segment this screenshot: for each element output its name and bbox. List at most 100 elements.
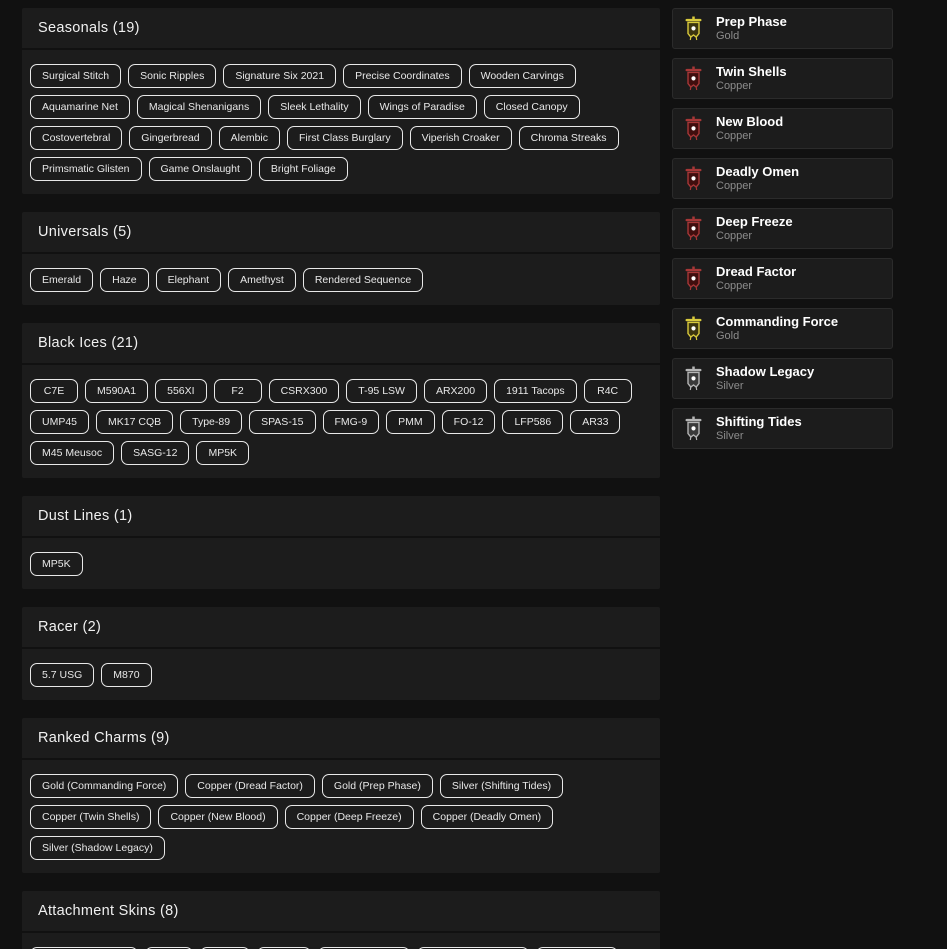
skin-pill[interactable]: 556XI: [155, 379, 206, 403]
skin-pill[interactable]: MK17 CQB: [96, 410, 173, 434]
charm-name: Deep Freeze: [716, 215, 793, 229]
charm-banner-icon: [685, 266, 702, 292]
charm-banner-icon: [685, 166, 702, 192]
skin-pill[interactable]: Surgical Stitch: [30, 64, 121, 88]
skin-pill[interactable]: M870: [101, 663, 151, 687]
skin-pill[interactable]: Amethyst: [228, 268, 296, 292]
skin-pill[interactable]: Magical Shenanigans: [137, 95, 261, 119]
skin-pill[interactable]: Costovertebral: [30, 126, 122, 150]
skin-pill[interactable]: MP5K: [196, 441, 249, 465]
section-title: Ranked Charms (9): [22, 718, 660, 760]
skin-pill[interactable]: ARX200: [424, 379, 487, 403]
charm-card[interactable]: New BloodCopper: [672, 108, 893, 149]
skin-pill[interactable]: M45 Meusoc: [30, 441, 114, 465]
section-card: Ranked Charms (9) Gold (Commanding Force…: [22, 718, 660, 873]
skin-pill[interactable]: Rendered Sequence: [303, 268, 423, 292]
section-body: MP5K: [22, 538, 660, 589]
section-card: Dust Lines (1) MP5K: [22, 496, 660, 589]
charm-card[interactable]: Shifting TidesSilver: [672, 408, 893, 449]
skin-pill[interactable]: Primsmatic Glisten: [30, 157, 142, 181]
charm-text: Deep FreezeCopper: [716, 215, 793, 243]
charm-card[interactable]: Prep PhaseGold: [672, 8, 893, 49]
skin-pill[interactable]: First Class Burglary: [287, 126, 403, 150]
section-title: Universals (5): [22, 212, 660, 254]
skin-pill[interactable]: Gold (Commanding Force): [30, 774, 178, 798]
skin-pill[interactable]: Aquamarine Net: [30, 95, 130, 119]
skin-pill[interactable]: Haze: [100, 268, 149, 292]
skin-pill[interactable]: Wings of Paradise: [368, 95, 477, 119]
section-card: Attachment Skins (8) Recharging AdderGra…: [22, 891, 660, 949]
skin-pill[interactable]: LFP586: [502, 410, 563, 434]
skin-pill[interactable]: F2: [214, 379, 262, 403]
skin-pill[interactable]: Precise Coordinates: [343, 64, 462, 88]
charm-card[interactable]: Deadly OmenCopper: [672, 158, 893, 199]
skin-pill[interactable]: Emerald: [30, 268, 93, 292]
skin-pill[interactable]: Sleek Lethality: [268, 95, 360, 119]
charm-card[interactable]: Twin ShellsCopper: [672, 58, 893, 99]
charm-tier-label: Copper: [716, 80, 787, 93]
skin-pill[interactable]: Sonic Ripples: [128, 64, 216, 88]
charm-text: Twin ShellsCopper: [716, 65, 787, 93]
skin-pill[interactable]: M590A1: [85, 379, 148, 403]
charm-name: Shadow Legacy: [716, 365, 814, 379]
skin-pill[interactable]: FO-12: [442, 410, 496, 434]
skin-pill[interactable]: PMM: [386, 410, 435, 434]
skin-pill[interactable]: AR33: [570, 410, 620, 434]
skin-pill[interactable]: Silver (Shadow Legacy): [30, 836, 165, 860]
skin-pill[interactable]: Copper (Twin Shells): [30, 805, 151, 829]
charm-banner-icon: [685, 66, 702, 92]
skin-pill[interactable]: C7E: [30, 379, 78, 403]
skin-pill[interactable]: MP5K: [30, 552, 83, 576]
charm-tier-label: Gold: [716, 330, 838, 343]
skin-pill[interactable]: Game Onslaught: [149, 157, 252, 181]
skin-pill[interactable]: Silver (Shifting Tides): [440, 774, 563, 798]
skin-pill[interactable]: T-95 LSW: [346, 379, 417, 403]
section-card: Black Ices (21) C7EM590A1556XIF2CSRX300T…: [22, 323, 660, 478]
section-title: Seasonals (19): [22, 8, 660, 50]
skin-pill[interactable]: Chroma Streaks: [519, 126, 619, 150]
charm-text: Dread FactorCopper: [716, 265, 796, 293]
charm-banner-icon: [685, 316, 702, 342]
skin-pill[interactable]: Alembic: [219, 126, 280, 150]
page: Seasonals (19) Surgical Stitch Sonic Ripp…: [0, 0, 947, 949]
charm-text: Commanding ForceGold: [716, 315, 838, 343]
skin-pill[interactable]: 1911 Tacops: [494, 379, 577, 403]
skin-pill[interactable]: Closed Canopy: [484, 95, 580, 119]
charms-column: Prep PhaseGold Twin ShellsCopper New Blood…: [672, 8, 893, 449]
skin-pill[interactable]: Copper (Dread Factor): [185, 774, 315, 798]
charm-banner-icon: [685, 216, 702, 242]
skin-pill[interactable]: Copper (Deadly Omen): [421, 805, 554, 829]
skin-pill[interactable]: SPAS-15: [249, 410, 315, 434]
charm-text: Prep PhaseGold: [716, 15, 787, 43]
charm-card[interactable]: Commanding ForceGold: [672, 308, 893, 349]
charm-tier-label: Silver: [716, 430, 802, 443]
section-card: Seasonals (19) Surgical Stitch Sonic Ripp…: [22, 8, 660, 194]
skin-pill[interactable]: Gold (Prep Phase): [322, 774, 433, 798]
charm-name: Deadly Omen: [716, 165, 799, 179]
section-card: Universals (5) Emerald Haze Elephant Amethy…: [22, 212, 660, 305]
skin-pill[interactable]: CSRX300: [269, 379, 340, 403]
skin-pill[interactable]: SASG-12: [121, 441, 189, 465]
skin-pill[interactable]: Type-89: [180, 410, 242, 434]
skin-pill[interactable]: R4C: [584, 379, 632, 403]
charm-card[interactable]: Dread FactorCopper: [672, 258, 893, 299]
charm-tier-label: Silver: [716, 380, 814, 393]
charm-name: Dread Factor: [716, 265, 796, 279]
section-title: Attachment Skins (8): [22, 891, 660, 933]
skin-pill[interactable]: Viperish Croaker: [410, 126, 512, 150]
skin-pill[interactable]: FMG-9: [323, 410, 380, 434]
skin-pill[interactable]: 5.7 USG: [30, 663, 94, 687]
skin-pill[interactable]: Wooden Carvings: [469, 64, 576, 88]
section-body: 5.7 USG M870: [22, 649, 660, 700]
skin-pill[interactable]: Gingerbread: [129, 126, 211, 150]
skin-pill[interactable]: Signature Six 2021: [223, 64, 336, 88]
skin-pill[interactable]: UMP45: [30, 410, 89, 434]
skin-pill[interactable]: Copper (Deep Freeze): [285, 805, 414, 829]
charm-name: New Blood: [716, 115, 783, 129]
skin-pill[interactable]: Elephant: [156, 268, 221, 292]
skin-pill[interactable]: Copper (New Blood): [158, 805, 277, 829]
skin-pill[interactable]: Bright Foliage: [259, 157, 348, 181]
charm-card[interactable]: Shadow LegacySilver: [672, 358, 893, 399]
section-title: Racer (2): [22, 607, 660, 649]
charm-card[interactable]: Deep FreezeCopper: [672, 208, 893, 249]
